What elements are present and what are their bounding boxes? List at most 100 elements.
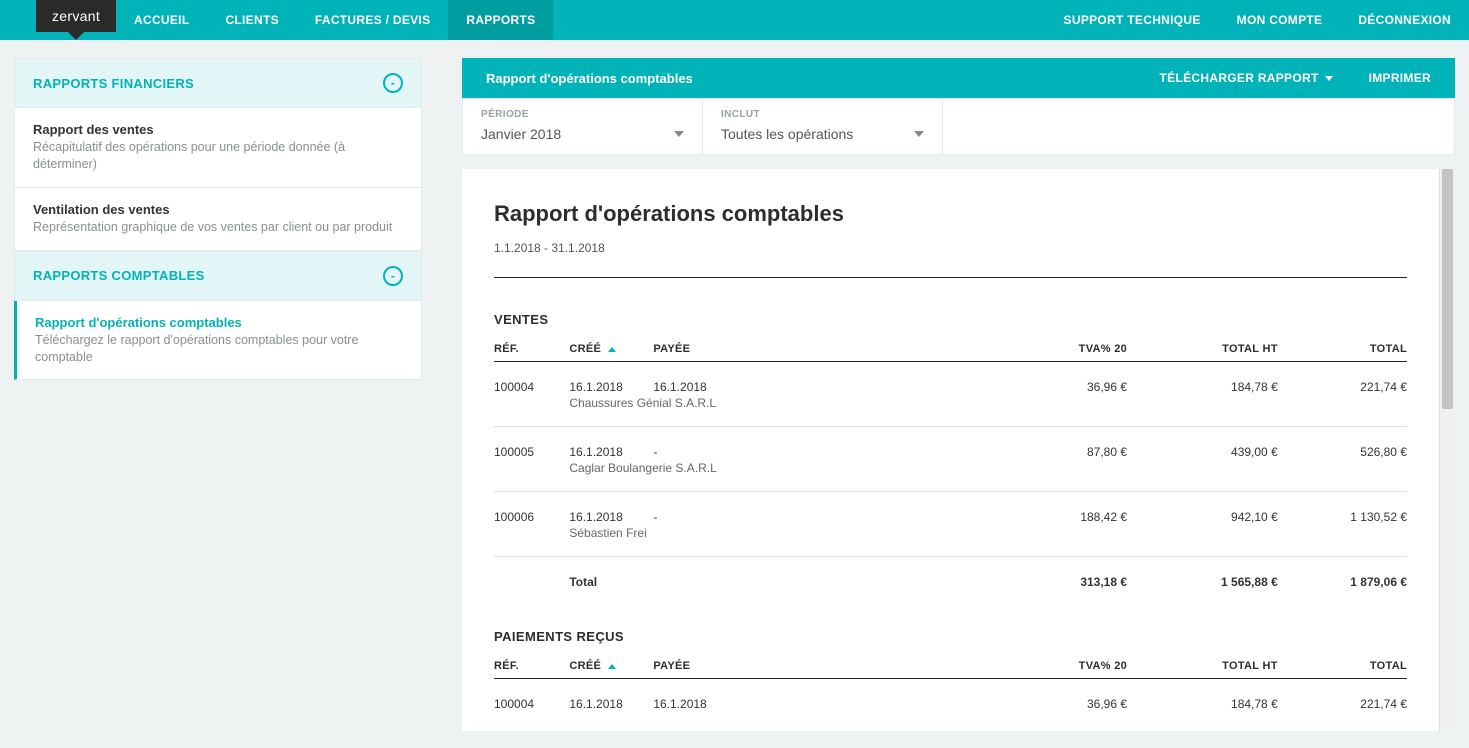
cell-cree: 16.1.2018 <box>569 362 653 395</box>
download-report-button[interactable]: TÉLÉCHARGER RAPPORT <box>1160 71 1333 85</box>
cell-cree: 16.1.2018 <box>569 679 653 712</box>
report-body: Rapport d'opérations comptables 1.1.2018… <box>462 169 1439 731</box>
cell-ref: 100006 <box>494 492 569 525</box>
th-ref[interactable]: RÉF. <box>494 343 569 362</box>
sales-table: RÉF. CRÉÉ PAYÉE TVA% 20 TOTAL HT TOTAL <box>494 343 1407 589</box>
sidebar-item-ventes[interactable]: Rapport des ventes Récapitulatif des opé… <box>14 108 422 188</box>
scroll-down-icon[interactable] <box>1444 721 1451 729</box>
chevron-down-icon <box>674 131 684 137</box>
th-ref[interactable]: RÉF. <box>494 660 569 679</box>
section-heading-sales: VENTES <box>494 312 1407 327</box>
cell-payee: - <box>653 492 976 525</box>
th-payee[interactable]: PAYÉE <box>653 660 976 679</box>
cell-ht: 942,10 € <box>1127 492 1278 525</box>
sidebar-heading-label: RAPPORTS COMPTABLES <box>33 268 205 283</box>
sort-asc-icon <box>608 347 616 352</box>
download-label: TÉLÉCHARGER RAPPORT <box>1160 71 1319 85</box>
cell-cree: 16.1.2018 <box>569 492 653 525</box>
table-total-row: Total 313,18 € 1 565,88 € 1 879,06 € <box>494 557 1407 590</box>
cell-client: Caglar Boulangerie S.A.R.L <box>569 459 1407 492</box>
nav-support[interactable]: SUPPORT TECHNIQUE <box>1046 0 1219 40</box>
table-row: 100004 16.1.2018 16.1.2018 36,96 € 184,7… <box>494 679 1407 712</box>
nav-factures[interactable]: FACTURES / DEVIS <box>297 0 448 40</box>
main: Rapport d'opérations comptables TÉLÉCHAR… <box>462 58 1455 731</box>
collapse-icon[interactable]: - <box>383 73 403 93</box>
chevron-down-icon <box>1325 76 1333 81</box>
sidebar-heading-label: RAPPORTS FINANCIERS <box>33 76 194 91</box>
table-row: 100005 16.1.2018 - 87,80 € 439,00 € 526,… <box>494 427 1407 460</box>
th-cree-label: CRÉÉ <box>569 343 601 355</box>
filter-value: Janvier 2018 <box>481 126 561 142</box>
cell-total: 221,74 € <box>1278 679 1407 712</box>
nav-clients[interactable]: CLIENTS <box>207 0 296 40</box>
filter-period[interactable]: PÉRIODE Janvier 2018 <box>463 99 703 154</box>
report-title: Rapport d'opérations comptables <box>494 201 1407 227</box>
scroll-thumb[interactable] <box>1442 169 1453 409</box>
brand-logo[interactable]: zervant <box>36 0 116 32</box>
th-ht[interactable]: TOTAL HT <box>1127 343 1278 362</box>
th-cree[interactable]: CRÉÉ <box>569 660 653 679</box>
cell-total: 1 130,52 € <box>1278 492 1407 525</box>
sidebar-item-desc: Récapitulatif des opérations pour une pé… <box>33 139 403 173</box>
filter-include[interactable]: INCLUT Toutes les opérations <box>703 99 943 154</box>
cell-tva: 36,96 € <box>976 362 1127 395</box>
sidebar-item-title: Rapport d'opérations comptables <box>35 315 403 330</box>
sidebar-item-desc: Représentation graphique de vos ventes p… <box>33 219 403 236</box>
cell-client: Chaussures Génial S.A.R.L <box>569 394 1407 427</box>
cell-client: Sébastien Frei <box>569 524 1407 557</box>
cell-tva: 87,80 € <box>976 427 1127 460</box>
th-tva[interactable]: TVA% 20 <box>976 343 1127 362</box>
th-ht[interactable]: TOTAL HT <box>1127 660 1278 679</box>
sidebar-item-operations[interactable]: Rapport d'opérations comptables Téléchar… <box>14 301 422 381</box>
nav-accueil[interactable]: ACCUEIL <box>116 0 207 40</box>
sort-asc-icon <box>608 664 616 669</box>
sidebar-item-title: Ventilation des ventes <box>33 202 403 217</box>
report-date-range: 1.1.2018 - 31.1.2018 <box>494 241 1407 255</box>
nav-account[interactable]: MON COMPTE <box>1219 0 1341 40</box>
filter-label: INCLUT <box>721 109 924 120</box>
cell-ref: 100004 <box>494 362 569 395</box>
payments-table: RÉF. CRÉÉ PAYÉE TVA% 20 TOTAL HT TOTAL <box>494 660 1407 711</box>
cell-ht: 439,00 € <box>1127 427 1278 460</box>
total-tva: 313,18 € <box>976 557 1127 590</box>
report-toolbar: Rapport d'opérations comptables TÉLÉCHAR… <box>462 58 1455 98</box>
toolbar-title: Rapport d'opérations comptables <box>486 71 693 86</box>
cell-ref: 100005 <box>494 427 569 460</box>
filters-bar: PÉRIODE Janvier 2018 INCLUT Toutes les o… <box>462 98 1455 155</box>
th-tva[interactable]: TVA% 20 <box>976 660 1127 679</box>
total-ht: 1 565,88 € <box>1127 557 1278 590</box>
nav-logout[interactable]: DÉCONNEXION <box>1340 0 1469 40</box>
cell-cree: 16.1.2018 <box>569 427 653 460</box>
nav-rapports[interactable]: RAPPORTS <box>448 0 553 40</box>
cell-ht: 184,78 € <box>1127 362 1278 395</box>
table-row: 100004 16.1.2018 16.1.2018 36,96 € 184,7… <box>494 362 1407 395</box>
sidebar-item-ventilation[interactable]: Ventilation des ventes Représentation gr… <box>14 188 422 251</box>
print-button[interactable]: IMPRIMER <box>1369 71 1431 85</box>
total-label: Total <box>569 557 976 590</box>
th-total[interactable]: TOTAL <box>1278 660 1407 679</box>
sidebar-heading-comptables[interactable]: RAPPORTS COMPTABLES - <box>14 251 422 301</box>
top-nav: zervant ACCUEIL CLIENTS FACTURES / DEVIS… <box>0 0 1469 40</box>
th-cree[interactable]: CRÉÉ <box>569 343 653 362</box>
cell-ref: 100004 <box>494 679 569 712</box>
filter-value: Toutes les opérations <box>721 126 853 142</box>
cell-ht: 184,78 € <box>1127 679 1278 712</box>
cell-payee: 16.1.2018 <box>653 362 976 395</box>
th-payee[interactable]: PAYÉE <box>653 343 976 362</box>
divider <box>494 277 1407 278</box>
collapse-icon[interactable]: - <box>383 266 403 286</box>
cell-payee: 16.1.2018 <box>653 679 976 712</box>
chevron-down-icon <box>914 131 924 137</box>
table-row-client: Chaussures Génial S.A.R.L <box>494 394 1407 427</box>
cell-payee: - <box>653 427 976 460</box>
table-row-client: Sébastien Frei <box>494 524 1407 557</box>
cell-total: 221,74 € <box>1278 362 1407 395</box>
section-heading-payments: PAIEMENTS REÇUS <box>494 629 1407 644</box>
cell-total: 526,80 € <box>1278 427 1407 460</box>
scrollbar[interactable] <box>1439 169 1455 731</box>
filter-label: PÉRIODE <box>481 109 684 120</box>
sidebar: RAPPORTS FINANCIERS - Rapport des ventes… <box>14 58 422 380</box>
th-total[interactable]: TOTAL <box>1278 343 1407 362</box>
sidebar-heading-financiers[interactable]: RAPPORTS FINANCIERS - <box>14 58 422 108</box>
nav-left: ACCUEIL CLIENTS FACTURES / DEVIS RAPPORT… <box>116 0 553 40</box>
